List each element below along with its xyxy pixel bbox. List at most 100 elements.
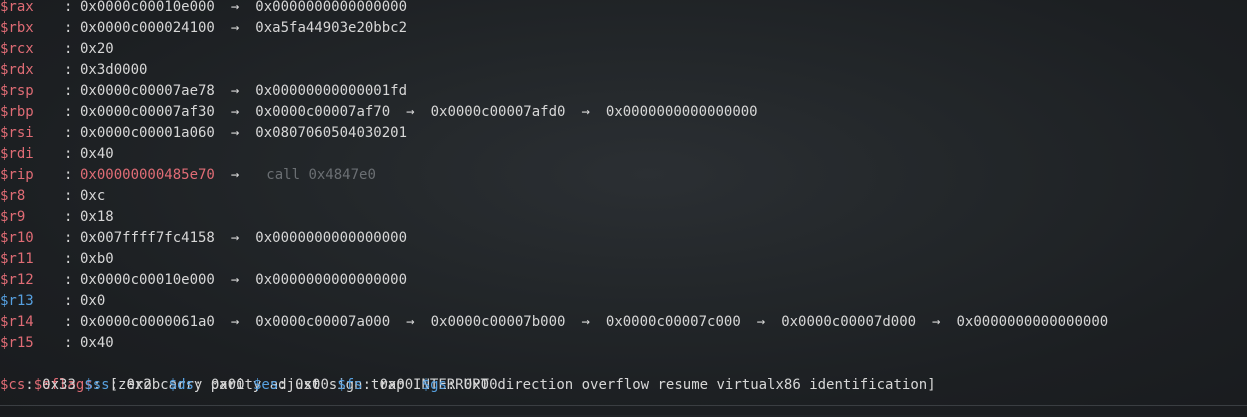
gdb-register-view: $rax:0x0000c00010e000 → 0x0000000000000000… xyxy=(0,0,1247,415)
eflags-line: $eflags: [zero carry parity adjust sign … xyxy=(0,354,1247,393)
segment-register-value: 0x33 xyxy=(42,377,76,393)
segment-colon: : xyxy=(193,377,203,393)
register-colon: : xyxy=(64,230,73,246)
register-name: $rcx xyxy=(0,41,34,57)
register-value: 0x0 xyxy=(80,293,106,309)
segment-register-value: 0x00 xyxy=(379,377,414,393)
register-value: 0x0000c00007af30 xyxy=(80,104,215,120)
register-colon: : xyxy=(64,20,73,36)
deref-arrow: → xyxy=(230,230,240,246)
register-value: 0xb0 xyxy=(80,251,114,267)
register-name: $rax xyxy=(0,0,34,15)
panel-divider xyxy=(0,405,1247,406)
register-value: 0x00000000000001fd xyxy=(255,83,408,99)
register-value: 0x18 xyxy=(80,209,114,225)
deref-arrow: → xyxy=(230,314,240,330)
register-value: 0x0000c00007ae78 xyxy=(80,83,215,99)
register-name: $rbx xyxy=(0,20,34,36)
register-row: $rcx:0x20 xyxy=(0,39,1247,60)
register-name: $r15 xyxy=(0,335,34,351)
register-value: 0xc xyxy=(80,188,106,204)
register-value: 0x0000c000024100 xyxy=(80,20,215,36)
segment-register-value: 0x2b xyxy=(126,377,161,393)
register-value: 0xa5fa44903e20bbc2 xyxy=(255,20,408,36)
register-row: $rdx:0x3d0000 xyxy=(0,60,1247,81)
register-row: $r15:0x40 xyxy=(0,333,1247,354)
deref-arrow: → xyxy=(406,314,415,330)
register-name: $r14 xyxy=(0,314,34,330)
segment-register-value: 0x00 xyxy=(295,377,329,393)
register-name: $r8 xyxy=(0,188,26,204)
segment-colon: : xyxy=(25,377,34,393)
deref-arrow: → xyxy=(230,83,240,99)
register-colon: : xyxy=(64,251,73,267)
register-colon: : xyxy=(64,167,73,183)
register-row: $r10:0x007ffff7fc4158 → 0x0000000000000000 xyxy=(0,228,1247,249)
register-name: $r13 xyxy=(0,293,34,309)
register-row: $r8:0xc xyxy=(0,186,1247,207)
segment-register-name: $ds xyxy=(168,377,194,393)
register-name: $rbp xyxy=(0,104,34,120)
register-name: $r9 xyxy=(0,209,26,225)
register-name: $rsp xyxy=(0,83,34,99)
segment-register-name: $gs xyxy=(421,377,447,393)
register-row: $r9:0x18 xyxy=(0,207,1247,228)
deref-arrow: → xyxy=(230,167,240,183)
register-colon: : xyxy=(64,188,73,204)
segment-register-value: 0x00 xyxy=(463,377,498,393)
register-colon: : xyxy=(64,0,73,15)
register-value: 0x0000c0000061a0 xyxy=(80,314,215,330)
deref-arrow: → xyxy=(230,272,240,288)
register-value: 0x0000000000000000 xyxy=(605,104,758,120)
register-colon: : xyxy=(64,314,73,330)
register-value: 0x007ffff7fc4158 xyxy=(80,230,215,246)
deref-arrow: → xyxy=(230,104,240,120)
register-colon: : xyxy=(64,293,73,309)
register-row: $r14:0x0000c0000061a0 → 0x0000c00007a000 → 0… xyxy=(0,312,1247,333)
register-value: 0x0000c00007af70 xyxy=(255,104,391,120)
segment-register-value: 0x00 xyxy=(210,377,245,393)
register-name: $r10 xyxy=(0,230,34,246)
deref-arrow: → xyxy=(406,104,415,120)
register-value: 0x0000c00007afd0 xyxy=(430,104,566,120)
register-colon: : xyxy=(64,209,73,225)
deref-arrow: → xyxy=(230,125,240,141)
register-row: $rsp:0x0000c00007ae78 → 0x00000000000001fd xyxy=(0,81,1247,102)
register-row: $r12:0x0000c00010e000 → 0x0000000000000000 xyxy=(0,270,1247,291)
segment-register-name: $cs xyxy=(0,377,26,393)
register-row: $rsi:0x0000c00001a060 → 0x0807060504030201 xyxy=(0,123,1247,144)
deref-arrow: → xyxy=(581,104,590,120)
register-value: 0x0000000000000000 xyxy=(255,230,408,246)
register-name: $rdi xyxy=(0,146,34,162)
register-colon: : xyxy=(64,125,73,141)
register-value: 0x0000c00007d000 xyxy=(781,314,917,330)
register-value: 0x0000c00007b000 xyxy=(430,314,566,330)
register-row: $rbp:0x0000c00007af30 → 0x0000c00007af70 → 0… xyxy=(0,102,1247,123)
register-row: $rdi:0x40 xyxy=(0,144,1247,165)
register-colon: : xyxy=(64,83,73,99)
register-row: $rax:0x0000c00010e000 → 0x0000000000000000 xyxy=(0,0,1247,18)
register-value: 0x0000c00007c000 xyxy=(605,314,741,330)
register-name: $rip xyxy=(0,167,34,183)
segment-colon: : xyxy=(278,377,287,393)
register-row: $rbx:0x0000c000024100 → 0xa5fa44903e20bbc2 xyxy=(0,18,1247,39)
register-value: 0x0000000000000000 xyxy=(956,314,1109,330)
instruction-hint: call 0x4847e0 xyxy=(266,167,376,183)
register-name: $rsi xyxy=(0,125,34,141)
segment-colon: : xyxy=(362,377,372,393)
register-colon: : xyxy=(64,41,73,57)
register-value: 0x40 xyxy=(80,146,114,162)
segment-register-name: $fs xyxy=(337,377,363,393)
register-value: 0x0807060504030201 xyxy=(255,125,408,141)
register-value: 0x20 xyxy=(80,41,114,57)
register-name: $r11 xyxy=(0,251,34,267)
register-value: 0x3d0000 xyxy=(80,62,148,78)
register-row: $rip:0x00000000485e70 → call 0x4847e0 xyxy=(0,165,1247,186)
register-colon: : xyxy=(64,146,73,162)
register-value: 0x00000000485e70 xyxy=(80,167,215,183)
segment-register-name: $ss xyxy=(84,377,110,393)
register-value: 0x0000c00007a000 xyxy=(255,314,391,330)
register-colon: : xyxy=(64,62,73,78)
register-name: $rdx xyxy=(0,62,34,78)
register-row: $r13:0x0 xyxy=(0,291,1247,312)
